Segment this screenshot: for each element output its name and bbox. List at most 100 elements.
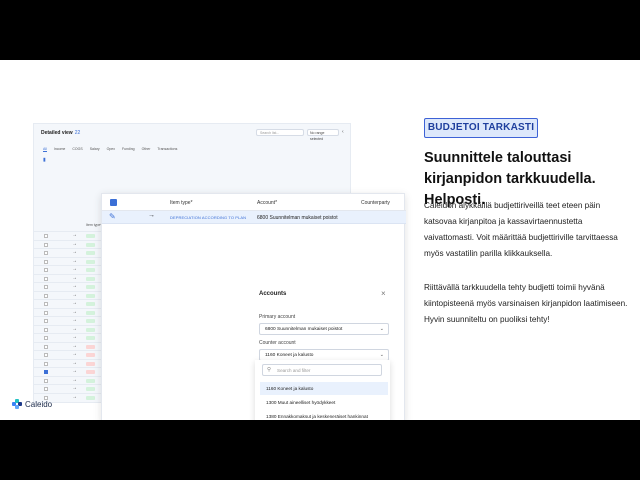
item-count: 22 (74, 130, 81, 136)
primary-account-select[interactable]: 6800 Suunnitelman mukaiset poistot ⌄ (259, 323, 389, 335)
row-checkbox[interactable] (44, 327, 48, 332)
arrow-right-icon: → (72, 317, 77, 323)
primary-account-value: 6800 Suunnitelman mukaiset poistot (265, 327, 343, 332)
tab-cogs[interactable]: COGS (72, 147, 82, 152)
feature-badge: BUDJETOI TARKASTI (424, 118, 538, 138)
category-tabs: All Income COGS Salary Opex Funding Other Trans… (43, 147, 177, 152)
item-type-tag (86, 353, 95, 357)
filter-icon[interactable]: ▮ (43, 157, 49, 163)
col-item-type[interactable]: Item type* (86, 223, 102, 227)
row-checkbox[interactable] (44, 370, 48, 374)
item-type-tag (86, 387, 95, 391)
row-account-value: 6800 Suunnitelman mukaiset poistot (257, 214, 338, 221)
item-type-tag (86, 361, 95, 366)
select-all-checkbox[interactable] (110, 199, 117, 206)
arrow-right-icon: → (72, 385, 77, 391)
description-paragraph-1: Caleidon älykkäillä budjettiriveillä tee… (424, 201, 618, 258)
tab-other[interactable]: Other (142, 147, 151, 152)
arrow-right-icon: → (72, 266, 77, 272)
row-checkbox[interactable] (44, 293, 48, 298)
card-col-account[interactable]: Account* (257, 200, 277, 206)
row-checkbox[interactable] (44, 276, 48, 281)
item-type-tag (86, 302, 95, 306)
caleido-logo: Caleido (12, 398, 52, 410)
row-checkbox[interactable] (44, 353, 48, 357)
detailed-view-title: Detailed view 22 (41, 130, 81, 136)
arrow-right-icon: → (72, 283, 77, 289)
row-checkbox[interactable] (44, 302, 48, 306)
collapse-icon[interactable]: ‹ (342, 129, 344, 135)
row-checkbox[interactable] (44, 387, 48, 391)
dropdown-search-placeholder: Search and filter (277, 368, 311, 373)
row-checkbox[interactable] (44, 378, 48, 383)
dropdown-option[interactable]: 1380 Ennakkomaksut ja keskeneräiset hank… (260, 410, 388, 420)
card-col-item-type[interactable]: Item type* (170, 200, 193, 206)
arrow-right-icon: → (72, 393, 77, 400)
arrow-right-icon: → (72, 291, 77, 298)
item-type-tag (86, 319, 95, 323)
row-checkbox[interactable] (44, 319, 48, 323)
item-type-tag (86, 251, 95, 255)
arrow-right-icon: → (72, 274, 77, 281)
row-checkbox[interactable] (44, 234, 48, 238)
row-checkbox[interactable] (44, 344, 48, 349)
arrow-right-icon: → (72, 257, 77, 264)
counter-account-dropdown: ⚲ Search and filter 1160 Koneet ja kalus… (255, 360, 390, 420)
row-checkbox[interactable] (44, 310, 48, 315)
close-icon[interactable]: × (381, 289, 386, 298)
item-type-tag (86, 344, 95, 349)
arrow-right-icon: → (72, 376, 77, 383)
item-type-tag (86, 395, 95, 400)
row-checkbox[interactable] (44, 361, 48, 366)
item-type-tag (86, 378, 95, 383)
row-checkbox[interactable] (44, 242, 48, 247)
tab-opex[interactable]: Opex (107, 147, 115, 152)
item-type-tag (86, 310, 95, 315)
item-type-tag (86, 336, 95, 340)
card-col-counterparty[interactable]: Counterparty (361, 200, 390, 206)
caleido-logo-mark (12, 399, 22, 409)
arrow-right-icon: → (72, 342, 77, 349)
arrow-right-icon: → (72, 334, 77, 340)
selected-budget-row[interactable]: ✎ → DEPRECIATION ACCORDING TO PLAN 6800 … (102, 211, 406, 224)
item-type-tag (86, 234, 95, 238)
edit-icon[interactable]: ✎ (109, 212, 116, 221)
tab-salary[interactable]: Salary (90, 147, 100, 152)
row-checkbox[interactable] (44, 268, 48, 272)
dropdown-option[interactable]: 1160 Koneet ja kalusto (260, 382, 388, 395)
counter-account-value: 1160 Koneet ja kalusto (265, 353, 314, 358)
row-checkbox[interactable] (44, 336, 48, 340)
arrow-right-icon: → (72, 240, 77, 247)
arrow-right-icon: → (148, 212, 155, 219)
tab-all[interactable]: All (43, 147, 47, 152)
slide: Detailed view 22 Search list... No range … (0, 60, 640, 420)
item-type-tag (86, 285, 95, 289)
description-paragraph-2: Riittävällä tarkkuudella tehty budjetti … (424, 283, 628, 324)
tab-funding[interactable]: Funding (122, 147, 135, 152)
row-checkbox[interactable] (44, 251, 48, 255)
search-input[interactable]: Search list... (256, 129, 304, 136)
row-checkbox[interactable] (44, 259, 48, 264)
date-range-picker[interactable]: No range selected (307, 129, 339, 141)
item-type-tag (86, 259, 95, 264)
arrow-right-icon: → (72, 368, 77, 374)
brand-name: Caleido (25, 399, 53, 409)
tab-income[interactable]: Income (54, 147, 65, 152)
arrow-right-icon: → (72, 308, 77, 315)
dropdown-search-input[interactable]: ⚲ Search and filter (262, 364, 382, 376)
arrow-right-icon: → (72, 232, 77, 238)
tab-transactions[interactable]: Transactions (157, 147, 177, 152)
arrow-right-icon: → (72, 325, 77, 332)
item-type-tag (86, 276, 95, 281)
item-type-tag (86, 242, 95, 247)
search-icon: ⚲ (267, 367, 272, 373)
arrow-right-icon: → (72, 351, 77, 357)
row-checkbox[interactable] (44, 285, 48, 289)
item-type-label: DEPRECIATION ACCORDING TO PLAN (170, 215, 247, 220)
arrow-right-icon: → (72, 249, 77, 255)
item-type-tag (86, 293, 95, 298)
dropdown-option[interactable]: 1300 Muut aineelliset hyödykkeet (260, 396, 388, 409)
primary-account-label: Primary account (259, 314, 296, 320)
item-type-tag (86, 327, 95, 332)
popup-title: Accounts (259, 291, 287, 297)
